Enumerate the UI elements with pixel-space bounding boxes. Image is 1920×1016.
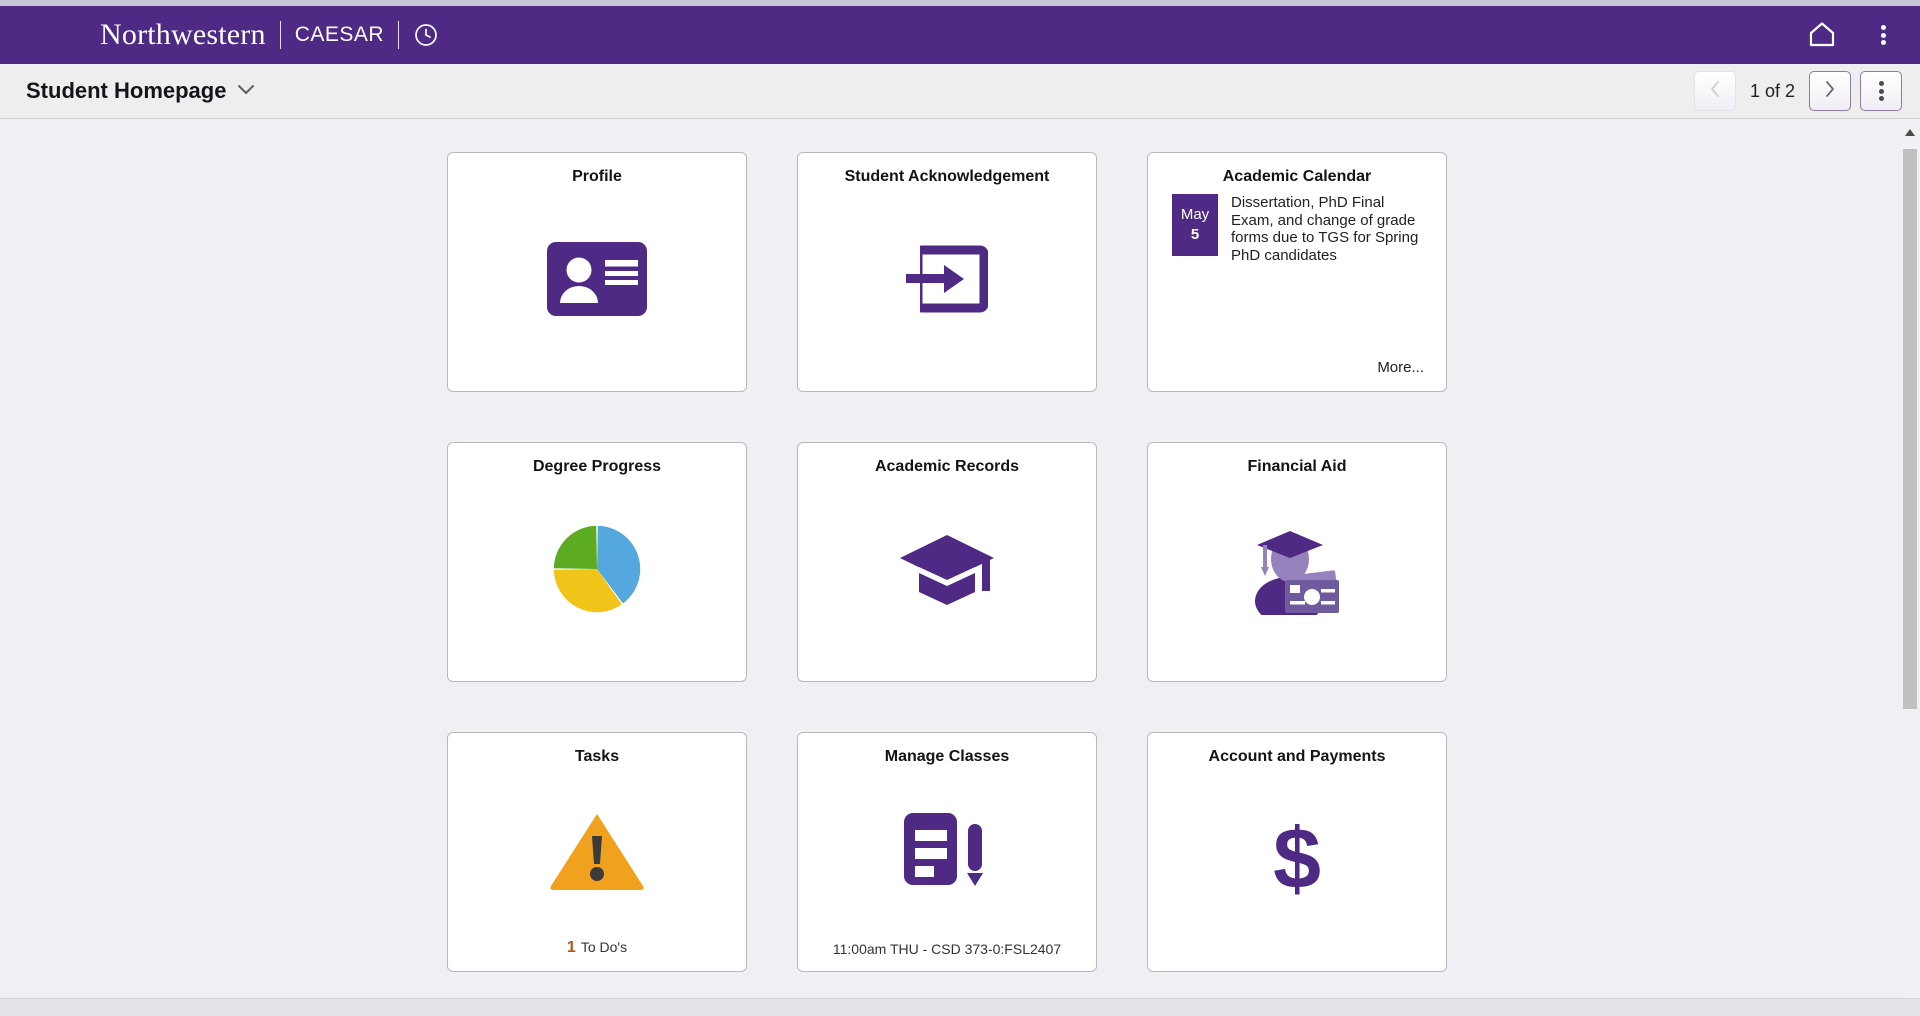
tile-icon-area: [798, 186, 1096, 377]
kebab-menu-icon: [1878, 79, 1884, 104]
todo-label: To Do's: [580, 939, 628, 955]
todo-count: 1: [566, 939, 576, 956]
calendar-event-text: Dissertation, PhD Final Exam, and change…: [1231, 194, 1419, 264]
tile-title: Account and Payments: [1208, 748, 1386, 765]
home-button[interactable]: [1803, 16, 1841, 55]
bottom-status-bar: [0, 998, 1920, 1016]
tile-title: Degree Progress: [532, 458, 662, 475]
tile-title: Tasks: [574, 748, 620, 765]
tile-footer: [1148, 667, 1446, 681]
sign-in-arrow-icon: [906, 245, 989, 318]
chevron-down-icon: [236, 82, 256, 101]
tile-icon-area: [448, 186, 746, 377]
brand-caesar-text: CAESAR: [294, 23, 385, 46]
tile-title: Manage Classes: [884, 748, 1010, 765]
calendar-date-badge: May 5: [1172, 194, 1218, 256]
brand-logo[interactable]: Northwestern CAESAR: [100, 20, 439, 50]
warning-triangle-icon: [549, 808, 645, 897]
tile-footer: [1148, 957, 1446, 971]
tile-icon-area: [798, 476, 1096, 667]
tile-icon-area: [1148, 476, 1446, 667]
tile-icon-area: [798, 766, 1096, 941]
chevron-right-icon: [1823, 79, 1837, 104]
tile-financial-aid[interactable]: Financial Aid: [1147, 442, 1447, 682]
pagination-controls: 1 of 2: [1693, 71, 1902, 111]
tile-title: Profile: [572, 168, 622, 185]
graduation-cap-icon: [898, 527, 996, 616]
page-actions-button[interactable]: [1860, 71, 1902, 111]
graduate-with-money-icon: [1243, 523, 1351, 625]
page-subheader: Student Homepage 1 of 2: [0, 64, 1920, 119]
calendar-month: May: [1180, 205, 1210, 223]
tile-manage-classes[interactable]: Manage Classes 11:00am THU - CSD 373-0:F…: [797, 732, 1097, 972]
tile-title: Student Acknowledgement: [844, 168, 1050, 185]
next-page-button[interactable]: [1809, 71, 1851, 111]
calendar-event: May 5 Dissertation, PhD Final Exam, and …: [1148, 186, 1446, 359]
id-card-icon: [547, 242, 647, 321]
header-menu-button[interactable]: [1877, 19, 1890, 52]
tile-academic-records[interactable]: Academic Records: [797, 442, 1097, 682]
tile-footer: [798, 667, 1096, 681]
page-indicator: 1 of 2: [1749, 80, 1795, 101]
tile-grid: Profile Student Acknowledgement Academic…: [0, 119, 1920, 972]
tile-degree-progress[interactable]: Degree Progress: [447, 442, 747, 682]
tile-account-and-payments[interactable]: Account and Payments $: [1147, 732, 1447, 972]
vertical-scrollbar[interactable]: [1900, 119, 1920, 1016]
tile-profile[interactable]: Profile: [447, 152, 747, 392]
page-title: Student Homepage: [26, 78, 227, 103]
tile-icon-area: $: [1148, 766, 1446, 957]
pie-slice: [553, 525, 597, 569]
brand-northwestern-text: Northwestern: [100, 18, 266, 51]
tile-icon-area: [448, 476, 746, 667]
homepage-content: Profile Student Acknowledgement Academic…: [0, 119, 1920, 1016]
svg-text:$: $: [1273, 814, 1321, 904]
caret-up-icon[interactable]: [1904, 124, 1916, 142]
calendar-more-link[interactable]: More...: [1148, 359, 1446, 391]
previous-page-button[interactable]: [1693, 71, 1736, 111]
kebab-menu-icon: [1881, 23, 1886, 48]
app-header: Northwestern CAESAR: [0, 6, 1920, 64]
tile-title: Academic Records: [874, 458, 1020, 475]
dollar-sign-icon: $: [1262, 811, 1332, 909]
pie-chart-icon: [549, 521, 645, 622]
tile-footer: [448, 667, 746, 681]
tile-footer: 1 To Do's: [448, 939, 746, 971]
tile-title: Financial Aid: [1247, 458, 1347, 475]
chevron-left-icon: [1708, 79, 1722, 104]
scrollbar-thumb[interactable]: [1903, 149, 1917, 709]
tile-tasks[interactable]: Tasks 1 To Do's: [447, 732, 747, 972]
header-actions: [1803, 16, 1898, 55]
document-pencil-icon: [902, 809, 992, 898]
clock-icon[interactable]: [413, 22, 439, 48]
tile-footer: [448, 377, 746, 391]
tile-academic-calendar[interactable]: Academic Calendar May 5 Dissertation, Ph…: [1147, 152, 1447, 392]
brand-divider: [279, 21, 281, 49]
page-title-dropdown[interactable]: Student Homepage: [26, 78, 256, 104]
calendar-day: 5: [1190, 226, 1200, 243]
tile-student-acknowledgement[interactable]: Student Acknowledgement: [797, 152, 1097, 392]
brand-divider-2: [398, 21, 400, 49]
tile-title: Academic Calendar: [1222, 168, 1372, 185]
tile-footer: [798, 377, 1096, 391]
tile-icon-area: [448, 766, 746, 939]
tile-footer: 11:00am THU - CSD 373-0:FSL2407: [832, 941, 1062, 957]
home-icon: [1807, 20, 1837, 51]
